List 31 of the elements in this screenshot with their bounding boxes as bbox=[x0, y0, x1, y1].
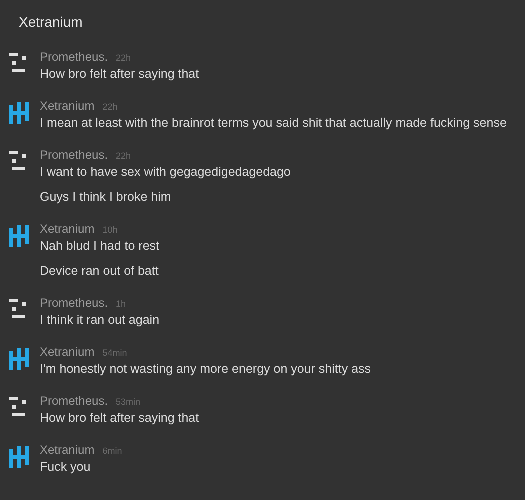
message-time: 6min bbox=[102, 445, 122, 458]
author-name: Prometheus. bbox=[40, 147, 108, 164]
message-text: How bro felt after saying that bbox=[40, 410, 200, 427]
bars-avatar-icon bbox=[9, 446, 31, 468]
bars-avatar-icon bbox=[9, 102, 31, 124]
author-name: Xetranium bbox=[40, 344, 95, 361]
message-time: 22h bbox=[102, 101, 118, 114]
bars-avatar-icon bbox=[9, 348, 31, 370]
bars-avatar-icon bbox=[9, 225, 31, 247]
message-text: Guys I think I broke him bbox=[40, 189, 172, 206]
message-text: Device ran out of batt bbox=[40, 263, 160, 280]
message-time: 22h bbox=[116, 150, 132, 163]
author-name: Xetranium bbox=[40, 442, 95, 459]
chat-title: Xetranium bbox=[19, 12, 83, 32]
author-name: Xetranium bbox=[40, 98, 95, 115]
message-time: 22h bbox=[116, 52, 132, 65]
message-text: How bro felt after saying that bbox=[40, 66, 200, 83]
message-text: Fuck you bbox=[40, 459, 92, 476]
message-text: I want to have sex with gegagedigedagedago bbox=[40, 164, 291, 181]
author-name: Prometheus. bbox=[40, 295, 108, 312]
author-name: Prometheus. bbox=[40, 49, 108, 66]
message-time: 10h bbox=[102, 224, 118, 237]
author-name: Prometheus. bbox=[40, 393, 108, 410]
message-text: Nah blud I had to rest bbox=[40, 238, 160, 255]
message-time: 54min bbox=[102, 347, 128, 360]
message-text: I think it ran out again bbox=[40, 312, 160, 329]
author-name: Xetranium bbox=[40, 221, 95, 238]
message-text: I mean at least with the brainrot terms you said shit that actually made fucking sense bbox=[40, 115, 507, 132]
message-text: I'm honestly not wasting any more energy on your shitty ass bbox=[40, 361, 372, 378]
message-time: 53min bbox=[116, 396, 141, 409]
message-time: 1h bbox=[116, 298, 126, 311]
